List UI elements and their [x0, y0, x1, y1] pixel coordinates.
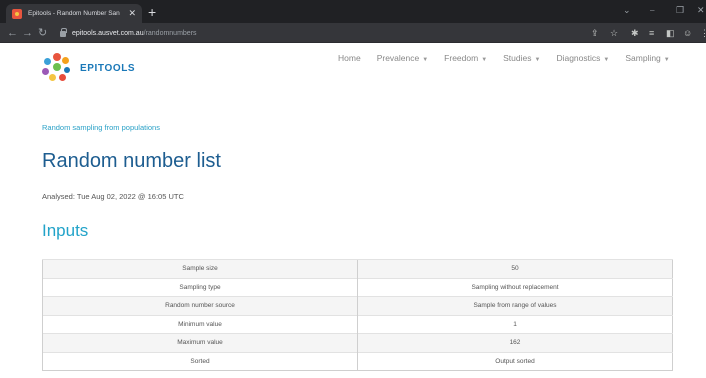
- caret-down-icon: ▼: [481, 57, 488, 63]
- caret-down-icon: ▼: [663, 57, 670, 63]
- menu-icon[interactable]: ⋮: [700, 27, 706, 39]
- caret-down-icon: ▼: [603, 57, 610, 63]
- new-tab-button[interactable]: +: [148, 3, 156, 21]
- browser-toolbar: ← → ↻ epitools.ausvet.com.au /randomnumb…: [0, 23, 706, 43]
- epitools-logo-icon: [42, 53, 72, 83]
- table-row: Sorted Output sorted: [42, 351, 673, 371]
- nav-home[interactable]: Home: [338, 53, 361, 63]
- site-logo-text: EPITOOLS: [80, 62, 136, 74]
- table-row: Maximum value 162: [42, 333, 673, 352]
- input-label: Sampling type: [42, 277, 358, 297]
- close-window-icon[interactable]: ✕: [697, 4, 705, 16]
- url-path: /randomnumbers: [143, 29, 197, 37]
- back-arrow-icon[interactable]: ←: [7, 26, 18, 40]
- table-row: Sampling type Sampling without replaceme…: [42, 277, 673, 297]
- input-label: Maximum value: [42, 333, 358, 352]
- browser-tab[interactable]: Epitools - Random Number San ✕: [6, 4, 142, 23]
- page-title: Random number list: [42, 150, 221, 172]
- input-value: 162: [357, 333, 673, 352]
- lock-icon[interactable]: [60, 28, 67, 37]
- share-icon[interactable]: ⇪: [591, 27, 599, 39]
- site-logo[interactable]: EPITOOLS: [42, 53, 135, 83]
- nav-freedom[interactable]: Freedom ▼: [444, 53, 487, 63]
- input-value: Sample from range of values: [357, 296, 673, 315]
- table-row: Sample size 50: [42, 259, 673, 278]
- browser-tab-bar: Epitools - Random Number San ✕ + ⌄ ⎯ ❐ ✕: [0, 0, 706, 23]
- input-value: Sampling without replacement: [357, 277, 673, 297]
- input-label: Sample size: [42, 259, 358, 278]
- star-icon[interactable]: ☆: [610, 27, 618, 39]
- extensions-icon[interactable]: ✱: [631, 27, 639, 39]
- favicon-icon: [12, 8, 22, 19]
- caret-down-icon: ▼: [534, 57, 541, 63]
- input-label: Minimum value: [42, 314, 358, 334]
- forward-arrow-icon[interactable]: →: [22, 26, 33, 40]
- tab-close-icon[interactable]: ✕: [128, 9, 136, 18]
- inputs-heading: Inputs: [42, 221, 89, 240]
- input-label: Sorted: [42, 351, 358, 371]
- restore-icon[interactable]: ❐: [676, 4, 684, 16]
- address-bar[interactable]: epitools.ausvet.com.au /randomnumbers: [60, 25, 680, 41]
- caret-down-icon: ▼: [422, 57, 429, 63]
- nav-prevalence[interactable]: Prevalence ▼: [377, 53, 428, 63]
- input-label: Random number source: [42, 296, 358, 315]
- breadcrumb-link[interactable]: Random sampling from populations: [42, 123, 160, 132]
- reading-list-icon[interactable]: ≡: [649, 27, 654, 39]
- tab-search-icon[interactable]: ⌄: [623, 4, 631, 16]
- analysed-timestamp: Analysed: Tue Aug 02, 2022 @ 16:05 UTC: [42, 192, 184, 201]
- sidebar-icon[interactable]: ◧: [666, 27, 675, 39]
- reload-icon[interactable]: ↻: [38, 26, 47, 40]
- table-row: Minimum value 1: [42, 314, 673, 334]
- url-host: epitools.ausvet.com.au: [72, 29, 144, 37]
- nav-sampling[interactable]: Sampling ▼: [625, 53, 669, 63]
- table-row: Random number source Sample from range o…: [42, 296, 673, 315]
- input-value: 50: [357, 259, 673, 278]
- inputs-table: Sample size 50 Sampling type Sampling wi…: [42, 259, 673, 371]
- nav-diagnostics[interactable]: Diagnostics ▼: [556, 53, 609, 63]
- profile-icon[interactable]: ☺: [683, 27, 692, 39]
- nav-studies[interactable]: Studies ▼: [503, 53, 540, 63]
- tab-title: Epitools - Random Number San: [28, 10, 120, 17]
- site-nav: Home Prevalence ▼ Freedom ▼ Studies ▼ Diagn…: [338, 53, 686, 63]
- minimize-icon[interactable]: ⎯: [650, 4, 655, 16]
- input-value: 1: [357, 314, 673, 334]
- input-value: Output sorted: [357, 351, 673, 371]
